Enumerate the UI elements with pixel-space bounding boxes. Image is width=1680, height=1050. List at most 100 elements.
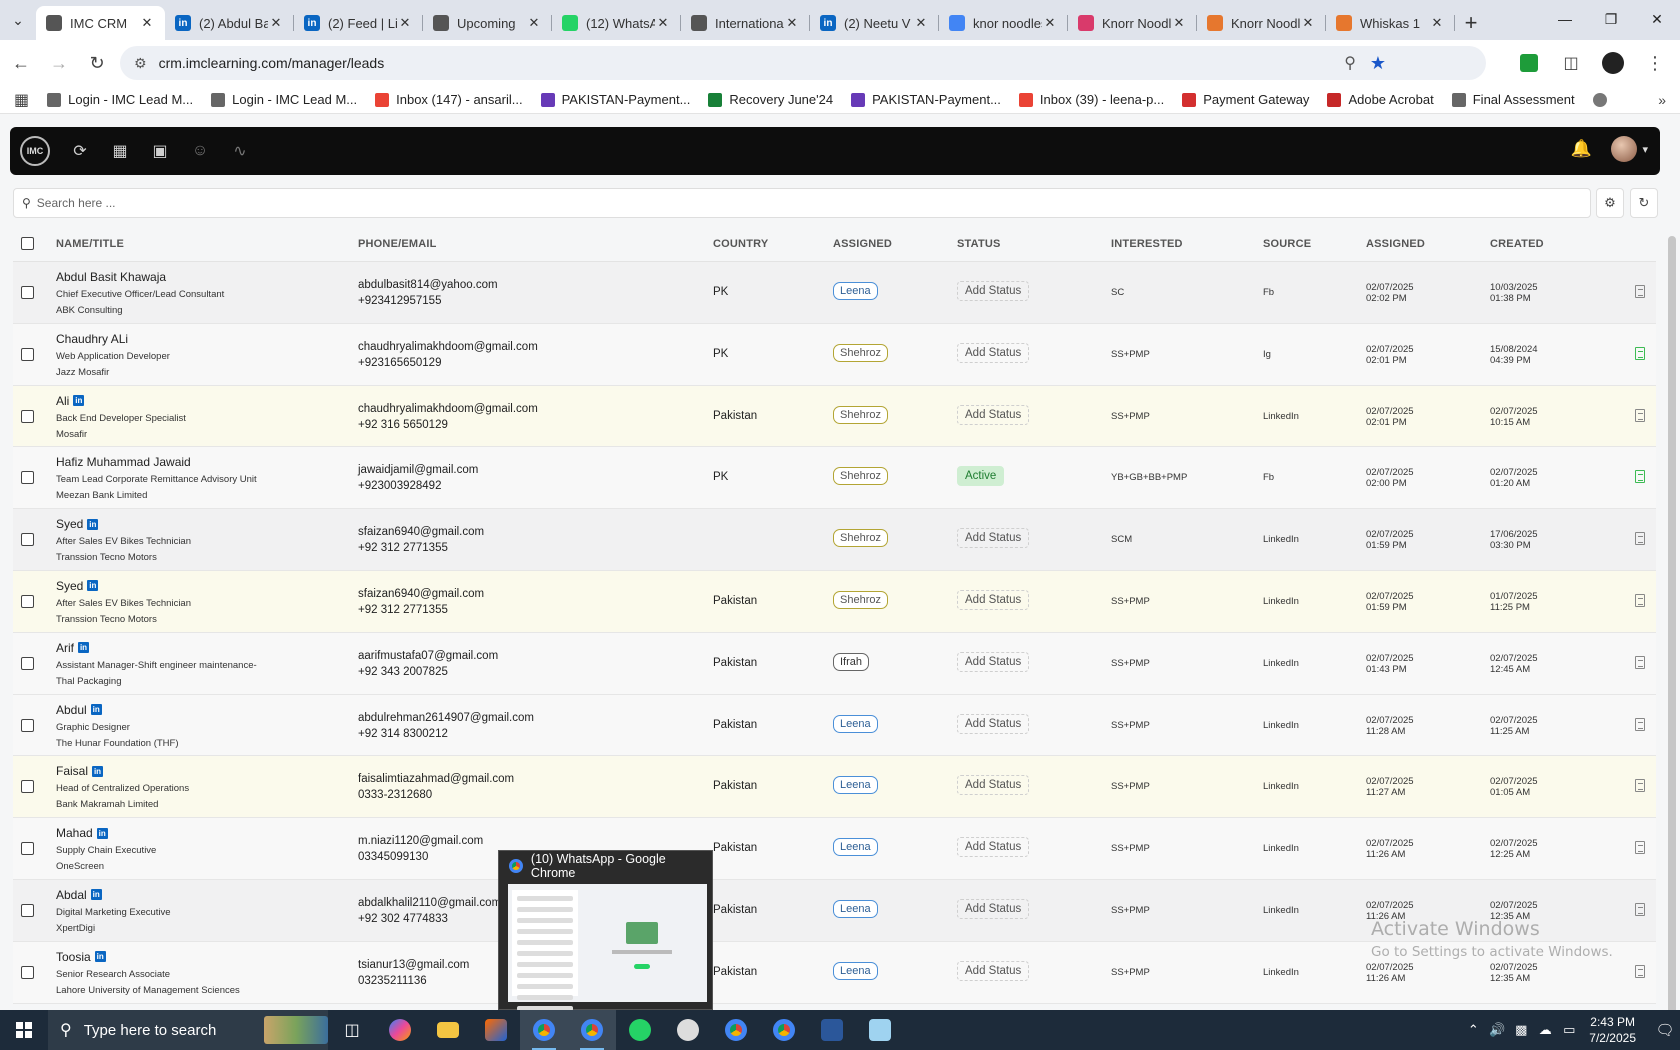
status-badge[interactable]: Add Status: [957, 775, 1030, 796]
bookmark-folder-icon[interactable]: [1592, 92, 1607, 107]
calendar-icon[interactable]: ▦: [102, 133, 138, 169]
lead-email[interactable]: abdalkhalil2110@gmail.com: [358, 895, 501, 911]
col-created[interactable]: CREATED: [1490, 238, 1544, 250]
assigned-badge[interactable]: Leena: [833, 282, 878, 300]
row-checkbox[interactable]: [21, 594, 34, 608]
tab-search-chevron-icon[interactable]: ⌄: [0, 0, 36, 40]
lead-email[interactable]: faisalimtiazahmad@gmail.com: [358, 771, 514, 787]
status-badge[interactable]: Add Status: [957, 281, 1030, 301]
chrome-taskbar-icon-4[interactable]: [760, 1010, 808, 1050]
more-bookmarks-chevron-icon[interactable]: »: [1658, 92, 1666, 108]
lead-name[interactable]: Faisal: [56, 764, 88, 778]
bookmark-item[interactable]: PAKISTAN-Payment...: [851, 92, 1001, 107]
lead-phone[interactable]: +92 312 2771355: [358, 540, 484, 556]
show-hidden-icons-chevron-icon[interactable]: ⌃: [1461, 1022, 1485, 1038]
window-thumbnail[interactable]: [508, 884, 707, 1011]
lead-email[interactable]: m.niazi1120@gmail.com: [358, 833, 483, 849]
volume-icon[interactable]: 🔊: [1485, 1022, 1509, 1038]
lead-name[interactable]: Toosia: [56, 950, 91, 964]
table-row[interactable]: Abdul Basit Khawaja Chief Executive Offic…: [13, 262, 1656, 324]
table-row[interactable]: Syed in After Sales EV Bikes Technician Tra…: [13, 509, 1656, 571]
close-window-button[interactable]: ✕: [1634, 0, 1680, 38]
notes-document-icon[interactable]: [1635, 655, 1645, 669]
status-badge[interactable]: Active: [957, 466, 1005, 487]
close-tab-icon[interactable]: ✕: [139, 15, 155, 31]
browser-tab[interactable]: Knorr Noodles✕: [1197, 6, 1326, 40]
table-row[interactable]: Syed in After Sales EV Bikes Technician Tra…: [13, 570, 1656, 633]
status-badge[interactable]: Add Status: [957, 960, 1030, 981]
close-tab-icon[interactable]: ✕: [1171, 15, 1187, 31]
close-tab-icon[interactable]: ✕: [913, 15, 929, 31]
col-status[interactable]: STATUS: [957, 238, 1001, 250]
assigned-badge[interactable]: Leena: [833, 961, 878, 980]
browser-tab[interactable]: Whiskas 1 ✕: [1326, 6, 1455, 40]
col-assigned-date[interactable]: ASSIGNED: [1366, 238, 1425, 250]
notes-document-icon[interactable]: [1635, 841, 1645, 855]
assigned-badge[interactable]: Shehroz: [833, 529, 888, 548]
lead-email[interactable]: abdulrehman2614907@gmail.com: [358, 710, 534, 726]
close-tab-icon[interactable]: ✕: [655, 15, 671, 31]
col-country[interactable]: COUNTRY: [713, 238, 768, 250]
forward-button[interactable]: →: [42, 46, 76, 80]
refresh-button[interactable]: ↻: [1630, 188, 1658, 218]
lead-phone[interactable]: +92 343 2007825: [358, 664, 498, 680]
taskbar-search[interactable]: ⚲ Type here to search: [48, 1010, 328, 1050]
status-badge[interactable]: Add Status: [957, 589, 1030, 610]
status-badge[interactable]: Add Status: [957, 898, 1030, 919]
refresh-cycle-icon[interactable]: ⟳: [62, 133, 98, 169]
col-name[interactable]: NAME/TITLE: [56, 238, 124, 250]
row-checkbox[interactable]: [21, 286, 34, 299]
close-tab-icon[interactable]: ✕: [1429, 15, 1445, 31]
assigned-badge[interactable]: Ifrah: [833, 652, 870, 671]
file-explorer-icon[interactable]: [424, 1010, 472, 1050]
notes-document-icon[interactable]: [1635, 779, 1645, 793]
assigned-badge[interactable]: Leena: [833, 776, 878, 795]
url-text[interactable]: crm.imclearning.com/manager/leads: [159, 55, 385, 71]
close-tab-icon[interactable]: ✕: [1300, 15, 1316, 31]
address-bar[interactable]: ⚙ crm.imclearning.com/manager/leads ⚲ ★: [120, 46, 1486, 80]
linkedin-icon[interactable]: in: [92, 765, 104, 777]
linkedin-icon[interactable]: in: [90, 889, 102, 901]
start-button[interactable]: [0, 1010, 48, 1050]
assigned-badge[interactable]: Shehroz: [833, 343, 888, 362]
lead-phone[interactable]: +923165650129: [358, 355, 538, 371]
copilot-icon[interactable]: [376, 1010, 424, 1050]
status-badge[interactable]: Add Status: [957, 651, 1030, 672]
bookmark-item[interactable]: Inbox (147) - ansaril...: [375, 92, 523, 107]
row-checkbox[interactable]: [21, 409, 34, 423]
notification-bell-icon[interactable]: 🔔: [1571, 139, 1592, 159]
close-tab-icon[interactable]: ✕: [1042, 15, 1058, 31]
status-badge[interactable]: Add Status: [957, 404, 1030, 425]
linkedin-icon[interactable]: in: [87, 580, 99, 592]
lead-phone[interactable]: +923412957155: [358, 293, 498, 309]
row-checkbox[interactable]: [21, 780, 34, 794]
reload-button[interactable]: ↻: [80, 46, 114, 80]
notes-document-icon[interactable]: [1635, 346, 1645, 360]
whatsapp-taskbar-icon[interactable]: [616, 1010, 664, 1050]
lead-phone[interactable]: +92 302 4774833: [358, 911, 501, 927]
network-icon[interactable]: ▭: [1557, 1022, 1581, 1038]
bookmark-item[interactable]: Adobe Acrobat: [1327, 92, 1434, 107]
browser-tab[interactable]: in (2) Feed | LinkedIn✕: [294, 6, 423, 40]
browser-tab[interactable]: (12) WhatsApp✕: [552, 6, 681, 40]
row-checkbox[interactable]: [21, 903, 34, 917]
extension-green-icon[interactable]: [1514, 48, 1544, 78]
linkedin-icon[interactable]: in: [78, 642, 89, 654]
lead-name[interactable]: Ali: [56, 394, 69, 408]
lead-email[interactable]: jawaidjamil@gmail.com: [358, 462, 478, 478]
assigned-badge[interactable]: Shehroz: [833, 590, 888, 609]
table-row[interactable]: Abdul in Graphic Designer The Hunar Foundat…: [13, 694, 1656, 757]
table-row[interactable]: Hafiz Muhammad Jawaid Team Lead Corporate…: [13, 447, 1656, 510]
lead-phone[interactable]: +92 316 5650129: [358, 417, 538, 433]
lead-name[interactable]: Abdul Basit Khawaja: [56, 270, 166, 284]
notes-document-icon[interactable]: [1635, 593, 1645, 607]
col-phone-email[interactable]: PHONE/EMAIL: [358, 238, 437, 250]
chevron-down-icon[interactable]: ▾: [1642, 143, 1648, 156]
notes-document-icon[interactable]: [1635, 470, 1645, 484]
task-view-icon[interactable]: ◫: [328, 1010, 376, 1050]
row-checkbox[interactable]: [21, 965, 34, 979]
linkedin-icon[interactable]: in: [96, 827, 108, 839]
lead-name[interactable]: Syed: [56, 517, 83, 531]
lead-email[interactable]: sfaizan6940@gmail.com: [358, 586, 484, 602]
site-settings-icon[interactable]: ⚙: [134, 55, 147, 72]
